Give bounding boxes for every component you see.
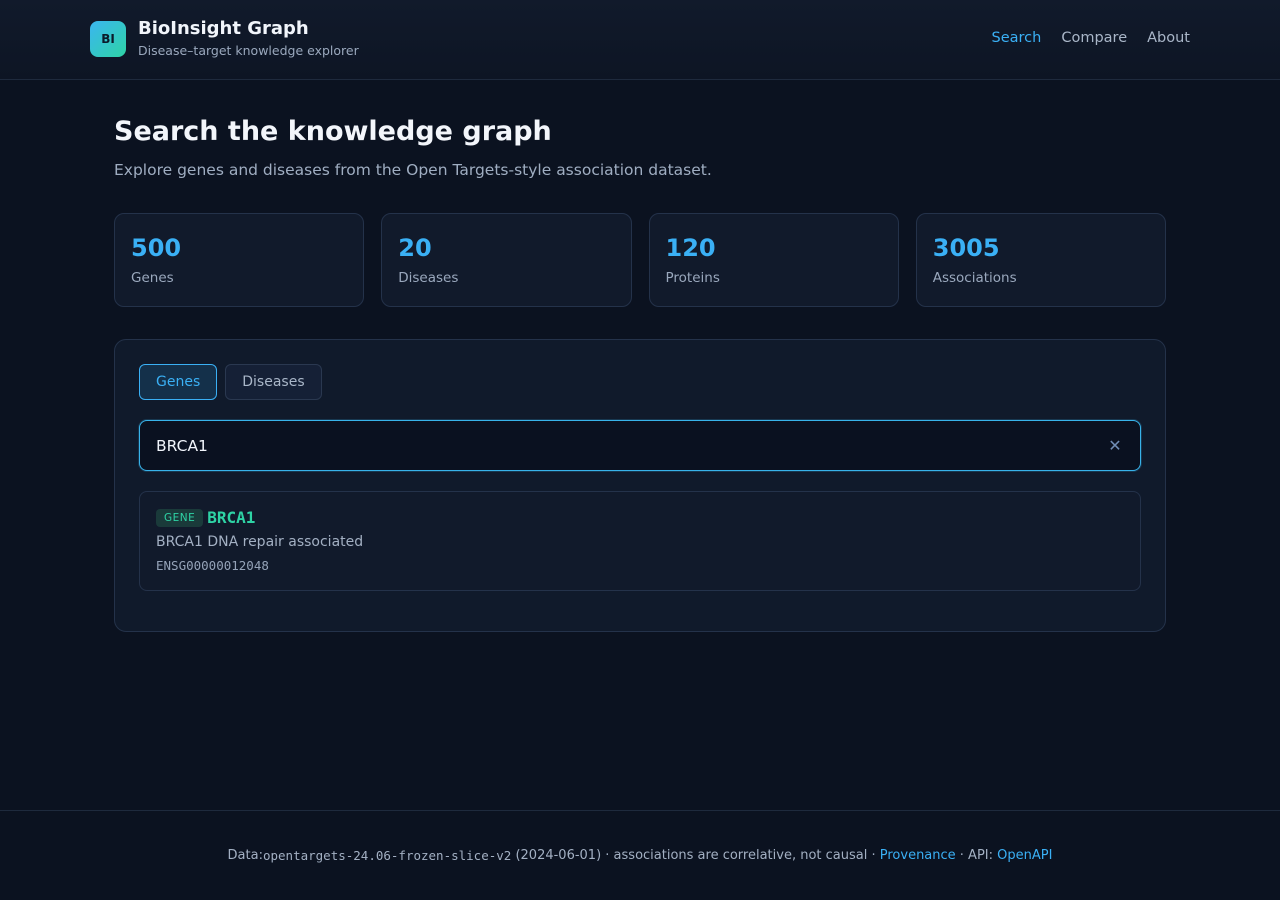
stat-card-diseases: 20 Diseases [381, 213, 632, 307]
stat-label: Associations [932, 270, 1017, 286]
brand[interactable]: BI BioInsight Graph Disease–target knowl… [90, 18, 359, 58]
nav-about[interactable]: About [1147, 30, 1190, 46]
footer-note: (2024-06-01) · associations are correlat… [511, 848, 880, 863]
stats-row: 500 Genes 20 Diseases 120 Proteins 3005 … [114, 213, 1166, 307]
tab-diseases[interactable]: Diseases [225, 364, 322, 400]
search-panel: Genes Diseases ✕ GENE BRCA1 BRCA1 DNA re… [114, 339, 1166, 632]
stat-value: 500 [131, 234, 182, 262]
stat-card-associations: 3005 Associations [915, 213, 1166, 307]
stat-label: Proteins [665, 270, 720, 286]
stat-label: Genes [131, 270, 174, 286]
app-title: BioInsight Graph [138, 18, 309, 39]
footer: Data: opentargets-24.06-frozen-slice-v2 … [0, 810, 1280, 900]
page-subtitle: Explore genes and diseases from the Open… [114, 161, 712, 179]
main-content: Search the knowledge graph Explore genes… [114, 116, 1166, 632]
dataset-version: opentargets-24.06-frozen-slice-v2 [262, 848, 512, 863]
ensembl-id: ENSG00000012048 [156, 558, 269, 573]
search-box: ✕ [139, 420, 1141, 471]
search-tabs: Genes Diseases [139, 364, 1141, 400]
search-input[interactable] [140, 421, 1140, 470]
app-header: BI BioInsight Graph Disease–target knowl… [0, 0, 1280, 80]
stat-card-proteins: 120 Proteins [648, 213, 899, 307]
page-title: Search the knowledge graph [114, 116, 552, 147]
top-nav: Search Compare About [992, 30, 1190, 46]
footer-api-prefix: · API: [955, 848, 998, 863]
tab-genes[interactable]: Genes [139, 364, 218, 400]
stat-card-genes: 500 Genes [114, 213, 365, 307]
footer-prefix: Data: [227, 848, 263, 863]
logo-icon: BI [90, 21, 126, 57]
stat-value: 120 [665, 234, 716, 262]
stat-label: Diseases [398, 270, 459, 286]
nav-compare[interactable]: Compare [1061, 30, 1127, 46]
type-badge: GENE [156, 508, 204, 527]
gene-symbol: BRCA1 [207, 508, 256, 527]
stat-value: 20 [398, 234, 432, 262]
result-item[interactable]: GENE BRCA1 BRCA1 DNA repair associated E… [139, 491, 1141, 591]
openapi-link[interactable]: OpenAPI [997, 848, 1052, 863]
close-icon[interactable]: ✕ [1106, 437, 1124, 455]
nav-search[interactable]: Search [992, 30, 1042, 46]
app-subtitle: Disease–target knowledge explorer [138, 43, 359, 58]
gene-description: BRCA1 DNA repair associated [156, 534, 364, 550]
stat-value: 3005 [932, 234, 1000, 262]
provenance-link[interactable]: Provenance [880, 848, 956, 863]
